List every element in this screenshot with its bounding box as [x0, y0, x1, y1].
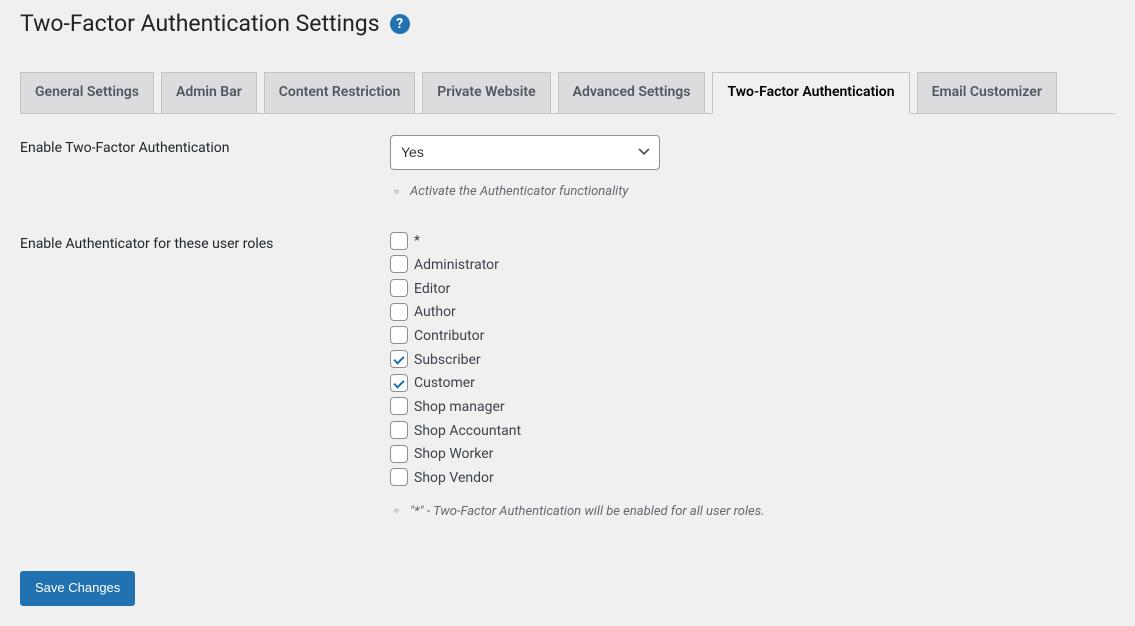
tab-admin-bar[interactable]: Admin Bar: [161, 72, 257, 113]
role-row-administrator[interactable]: Administrator: [390, 255, 1105, 277]
settings-form: Enable Two-Factor Authentication Yes Act…: [20, 120, 1115, 536]
role-checkbox-author[interactable]: [390, 303, 408, 321]
role-checkbox-all[interactable]: [390, 232, 408, 250]
role-row-author[interactable]: Author: [390, 302, 1105, 324]
tab-content-restriction[interactable]: Content Restriction: [264, 72, 416, 113]
tab-private-website[interactable]: Private Website: [422, 72, 550, 113]
role-label-author: Author: [414, 304, 456, 320]
enable-2fa-select[interactable]: Yes: [390, 135, 660, 170]
enable-roles-label: Enable Authenticator for these user role…: [20, 216, 380, 535]
role-row-customer[interactable]: Customer: [390, 373, 1105, 395]
tab-two-factor-authentication[interactable]: Two-Factor Authentication: [712, 72, 909, 114]
role-checkbox-administrator[interactable]: [390, 255, 408, 273]
role-label-shop_vendor: Shop Vendor: [414, 470, 494, 486]
enable-2fa-help: Activate the Authenticator functionality: [390, 184, 1105, 201]
role-row-editor[interactable]: Editor: [390, 279, 1105, 301]
role-checkbox-shop_accountant[interactable]: [390, 421, 408, 439]
role-label-administrator: Administrator: [414, 257, 499, 273]
tab-general-settings[interactable]: General Settings: [20, 72, 154, 113]
role-label-shop_accountant: Shop Accountant: [414, 423, 521, 439]
role-row-shop_manager[interactable]: Shop manager: [390, 397, 1105, 419]
role-label-shop_manager: Shop manager: [414, 399, 505, 415]
role-label-all: *: [414, 233, 420, 249]
help-icon[interactable]: ?: [390, 14, 410, 34]
role-checkbox-editor[interactable]: [390, 279, 408, 297]
role-label-editor: Editor: [414, 281, 450, 297]
role-label-subscriber: Subscriber: [414, 352, 481, 368]
role-checkbox-shop_vendor[interactable]: [390, 468, 408, 486]
enable-2fa-label: Enable Two-Factor Authentication: [20, 120, 380, 216]
role-label-contributor: Contributor: [414, 328, 484, 344]
role-checkbox-subscriber[interactable]: [390, 350, 408, 368]
page-title-text: Two-Factor Authentication Settings: [20, 9, 380, 39]
role-row-shop_vendor[interactable]: Shop Vendor: [390, 468, 1105, 490]
save-button[interactable]: Save Changes: [20, 571, 135, 606]
role-checkbox-customer[interactable]: [390, 374, 408, 392]
role-checkbox-shop_worker[interactable]: [390, 445, 408, 463]
nav-tabs: General SettingsAdmin BarContent Restric…: [20, 63, 1115, 114]
roles-checkbox-list: * Administrator Editor Author Contributor Sub…: [390, 231, 1105, 490]
enable-roles-help: "*" - Two-Factor Authentication will be …: [390, 504, 1105, 521]
role-checkbox-contributor[interactable]: [390, 326, 408, 344]
role-row-subscriber[interactable]: Subscriber: [390, 350, 1105, 372]
role-row-shop_worker[interactable]: Shop Worker: [390, 444, 1105, 466]
role-row-shop_accountant[interactable]: Shop Accountant: [390, 421, 1105, 443]
page-title: Two-Factor Authentication Settings ?: [20, 0, 1115, 43]
tab-advanced-settings[interactable]: Advanced Settings: [558, 72, 706, 113]
role-checkbox-shop_manager[interactable]: [390, 397, 408, 415]
role-row-contributor[interactable]: Contributor: [390, 326, 1105, 348]
role-row-all[interactable]: *: [390, 231, 1105, 253]
tab-email-customizer[interactable]: Email Customizer: [917, 72, 1057, 113]
role-label-shop_worker: Shop Worker: [414, 446, 493, 462]
role-label-customer: Customer: [414, 375, 475, 391]
